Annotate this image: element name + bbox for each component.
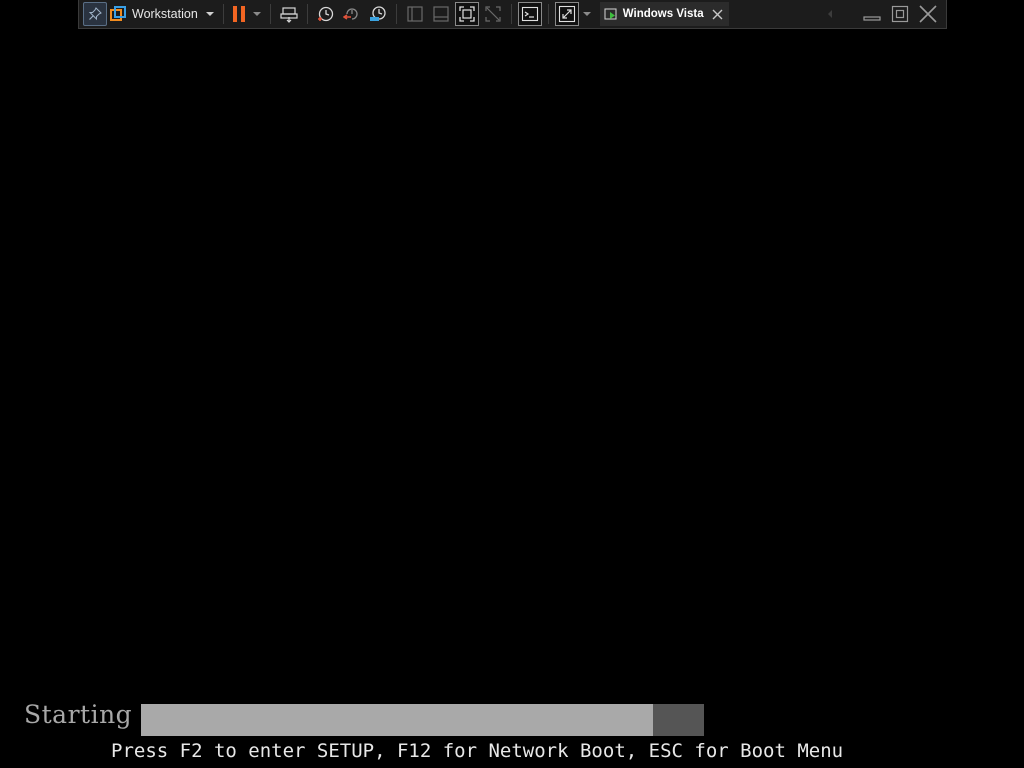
toolbar-separator xyxy=(306,4,308,24)
toolbar-separator xyxy=(510,4,512,24)
revert-snapshot-icon[interactable] xyxy=(340,2,364,26)
send-ctrl-alt-del-icon[interactable] xyxy=(277,2,301,26)
toolbar-separator xyxy=(395,4,397,24)
power-menu-chevron-down-icon[interactable] xyxy=(250,2,264,26)
window-controls xyxy=(816,2,942,26)
exit-fullscreen-close-icon[interactable] xyxy=(916,2,940,26)
unity-icon[interactable] xyxy=(481,2,505,26)
chevron-left-icon[interactable] xyxy=(818,2,842,26)
toolbar-separator xyxy=(547,4,549,24)
pin-icon[interactable] xyxy=(83,2,107,26)
minimize-icon[interactable] xyxy=(860,2,884,26)
fullscreen-toolbar: Workstation Windows Vista xyxy=(78,0,947,29)
manage-snapshots-icon[interactable] xyxy=(366,2,390,26)
full-screen-icon[interactable] xyxy=(454,2,479,26)
boot-key-hint: Press F2 to enter SETUP, F12 for Network… xyxy=(111,740,844,762)
stretch-guest-icon[interactable] xyxy=(554,2,579,26)
tab-close-icon[interactable] xyxy=(712,9,723,20)
boot-status-label: Starting xyxy=(24,700,133,729)
thumbnail-bar-icon[interactable] xyxy=(429,2,453,26)
vmware-logo-icon[interactable] xyxy=(109,2,127,26)
pause-icon[interactable] xyxy=(230,2,248,26)
vm-running-icon xyxy=(604,7,619,22)
app-menu-chevron-down-icon[interactable] xyxy=(203,2,217,26)
boot-progress-fill xyxy=(141,704,654,736)
show-library-icon[interactable] xyxy=(403,2,427,26)
app-menu-label[interactable]: Workstation xyxy=(132,7,198,21)
tab-windows-vista[interactable]: Windows Vista xyxy=(599,2,729,26)
vm-console-screen[interactable]: Workstation Windows Vista Starting Press… xyxy=(0,0,1024,768)
toolbar-separator xyxy=(269,4,271,24)
toolbar-separator xyxy=(222,4,224,24)
stretch-menu-chevron-down-icon[interactable] xyxy=(581,2,593,26)
restore-icon[interactable] xyxy=(888,2,912,26)
boot-progress-bar xyxy=(141,704,704,736)
snapshot-icon[interactable] xyxy=(314,2,338,26)
console-view-icon[interactable] xyxy=(517,2,542,26)
tab-label: Windows Vista xyxy=(622,8,704,20)
